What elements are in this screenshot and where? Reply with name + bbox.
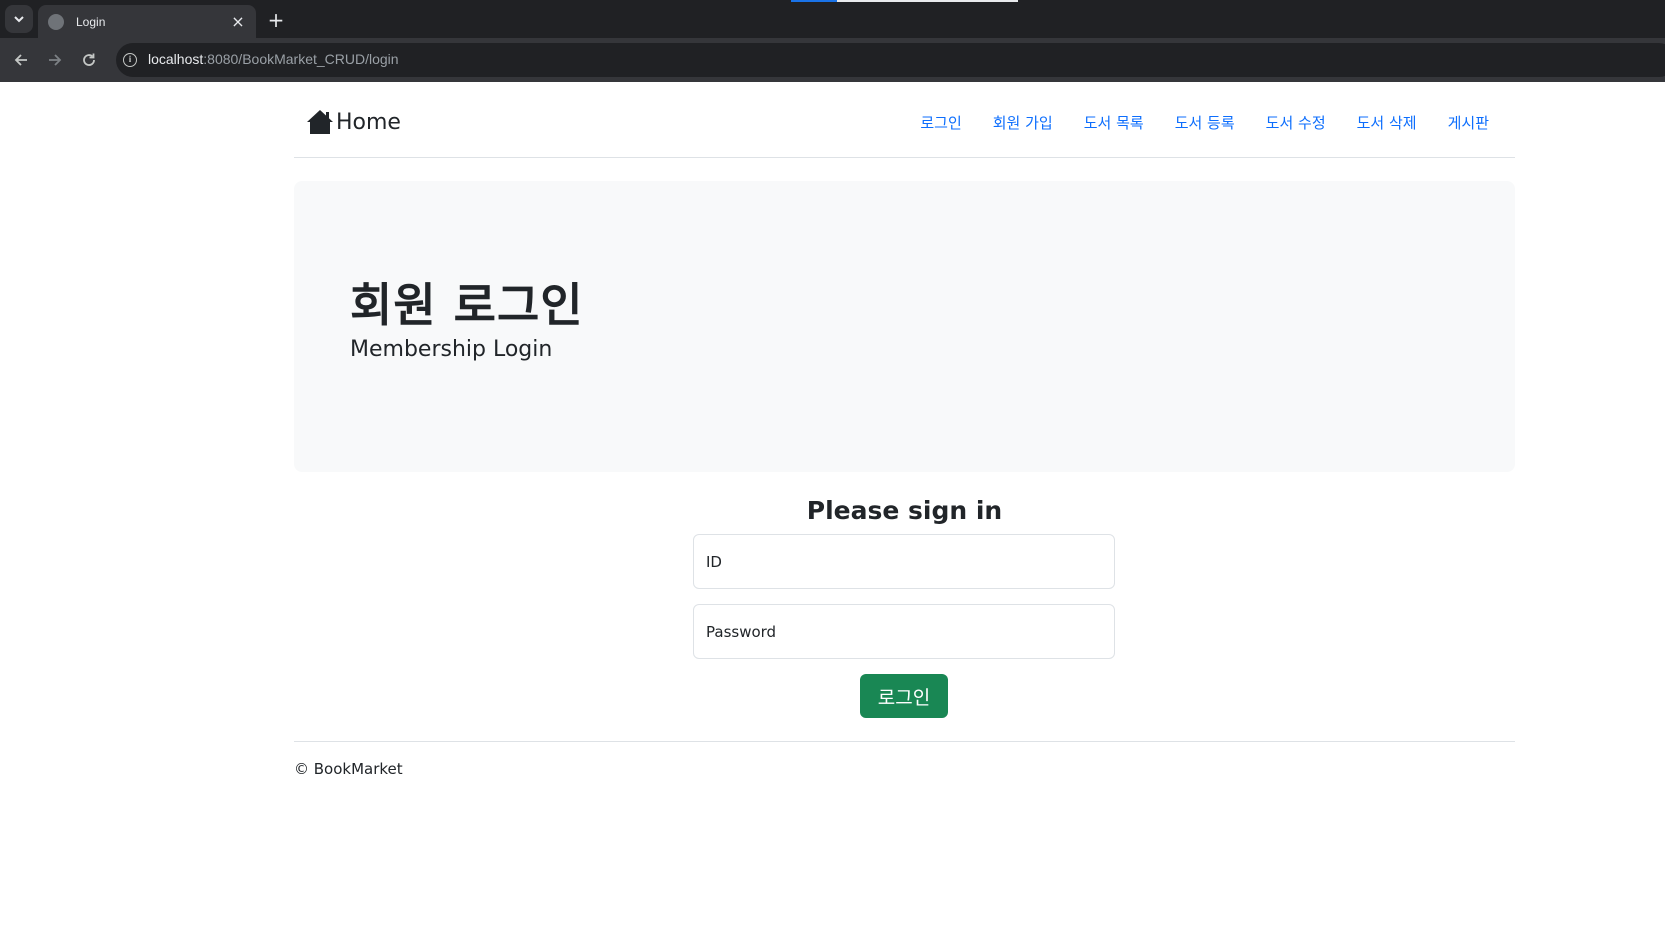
url-path: :8080/BookMarket_CRUD/login (203, 51, 399, 67)
hero-banner: 회원 로그인 Membership Login (294, 181, 1515, 472)
browser-toolbar: i localhost:8080/BookMarket_CRUD/login (0, 38, 1665, 82)
tab-strip-indicator-blue (791, 0, 837, 2)
password-input[interactable] (694, 605, 1114, 658)
back-arrow-icon (14, 54, 27, 66)
tab-strip-indicator-white (837, 0, 1018, 2)
info-icon[interactable]: i (123, 53, 137, 67)
footer-copyright: © BookMarket (294, 760, 403, 778)
page-title: 회원 로그인 (350, 278, 584, 332)
house-icon (307, 110, 333, 134)
plus-icon[interactable]: + (264, 9, 288, 33)
globe-icon (48, 13, 64, 30)
nav-link-signup[interactable]: 회원 가입 (993, 112, 1053, 133)
nav-link-login[interactable]: 로그인 (920, 112, 961, 133)
navbar: Home 로그인 회원 가입 도서 목록 도서 등록 도서 수정 도서 삭제 게… (294, 82, 1515, 158)
forward-button[interactable] (42, 47, 68, 73)
nav-link-book-delete[interactable]: 도서 삭제 (1357, 112, 1417, 133)
login-button[interactable]: 로그인 (860, 674, 948, 718)
brand-label: Home (336, 109, 401, 135)
page-container: Home 로그인 회원 가입 도서 목록 도서 등록 도서 수정 도서 삭제 게… (294, 82, 1515, 778)
forward-arrow-icon (49, 54, 62, 66)
nav-link-board[interactable]: 게시판 (1448, 112, 1489, 133)
id-input[interactable] (694, 535, 1114, 588)
brand-home-link[interactable]: Home (306, 109, 401, 135)
url-text: localhost:8080/BookMarket_CRUD/login (148, 51, 399, 67)
reload-button[interactable] (76, 47, 102, 73)
browser-tab-strip: Login × + (0, 0, 1665, 38)
tab-title: Login (76, 14, 106, 29)
password-field[interactable] (693, 604, 1115, 659)
reload-icon (83, 53, 95, 66)
url-host: localhost (148, 51, 204, 67)
chevron-down-icon (14, 16, 24, 23)
nav-link-book-list[interactable]: 도서 목록 (1084, 112, 1144, 133)
nav-links: 로그인 회원 가입 도서 목록 도서 등록 도서 수정 도서 삭제 게시판 (889, 112, 1489, 133)
signin-heading: Please sign in (806, 496, 1003, 525)
back-button[interactable] (8, 47, 34, 73)
footer: © BookMarket (294, 741, 1515, 778)
tab-search-button[interactable] (5, 5, 33, 33)
nav-link-book-add[interactable]: 도서 등록 (1175, 112, 1235, 133)
id-field[interactable] (693, 534, 1115, 589)
browser-tab-active[interactable]: Login × (38, 5, 256, 38)
close-icon[interactable]: × (230, 13, 246, 30)
nav-link-book-edit[interactable]: 도서 수정 (1266, 112, 1326, 133)
page-subtitle: Membership Login (350, 337, 553, 362)
address-bar[interactable]: i localhost:8080/BookMarket_CRUD/login (116, 43, 1665, 77)
